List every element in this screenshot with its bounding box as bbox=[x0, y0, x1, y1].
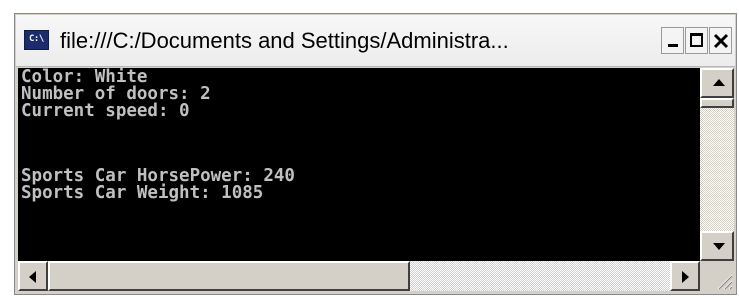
maximize-icon bbox=[690, 33, 703, 47]
scroll-right-button[interactable] bbox=[670, 261, 700, 291]
arrow-left-icon bbox=[29, 271, 36, 283]
console-window: C:\ file:///C:/Documents and Settings/Ad… bbox=[14, 13, 737, 295]
close-button[interactable] bbox=[709, 27, 732, 54]
resize-grip[interactable] bbox=[700, 261, 734, 291]
minimize-button[interactable] bbox=[661, 27, 684, 54]
horizontal-scroll-thumb[interactable] bbox=[48, 261, 410, 291]
arrow-right-icon bbox=[682, 271, 689, 283]
minimize-icon bbox=[668, 44, 678, 47]
vertical-scrollbar[interactable] bbox=[700, 68, 734, 261]
console-line: Current speed: 0 bbox=[21, 101, 190, 121]
console-app-icon-label: C:\ bbox=[29, 34, 44, 44]
resize-grip-icon bbox=[717, 274, 733, 290]
console-line: Sports Car Weight: 1085 bbox=[21, 183, 264, 203]
console-output[interactable]: Color: White Number of doors: 2 Current … bbox=[18, 68, 700, 261]
arrow-up-icon bbox=[713, 79, 725, 86]
horizontal-scrollbar[interactable] bbox=[18, 261, 700, 291]
scroll-down-button[interactable] bbox=[700, 231, 734, 261]
scroll-left-button[interactable] bbox=[18, 261, 48, 291]
arrow-down-icon bbox=[713, 243, 725, 250]
scroll-up-button[interactable] bbox=[700, 68, 734, 98]
console-app-icon[interactable]: C:\ bbox=[24, 30, 49, 50]
close-icon bbox=[713, 33, 729, 49]
title-bar[interactable]: C:\ file:///C:/Documents and Settings/Ad… bbox=[16, 15, 735, 67]
maximize-button[interactable] bbox=[685, 27, 708, 54]
vertical-scroll-thumb[interactable] bbox=[700, 98, 734, 108]
window-title: file:///C:/Documents and Settings/Admini… bbox=[60, 28, 509, 53]
